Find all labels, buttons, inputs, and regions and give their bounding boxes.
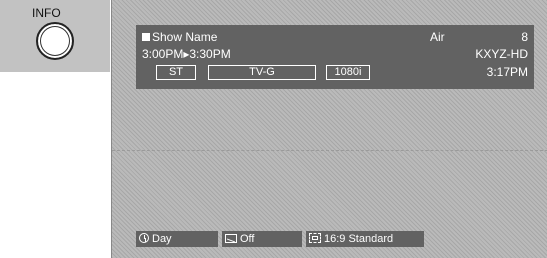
channel-number: 8 — [521, 30, 528, 44]
program-marker-icon — [142, 33, 150, 41]
info-button[interactable] — [36, 22, 74, 60]
clock-icon — [139, 233, 149, 244]
audio-tag: ST — [156, 65, 196, 80]
current-time: 3:17PM — [486, 65, 528, 79]
input-source-label: Air — [430, 30, 445, 44]
show-name: Show Name — [142, 30, 217, 44]
remote-info-panel: INFO — [0, 0, 110, 72]
sleep-timer-status: Day — [136, 231, 218, 247]
caption-icon — [225, 233, 237, 243]
closed-caption-label: Off — [240, 233, 255, 245]
info-screen-illustration: INFO Show Name Air 8 3:00PM▸3:30PM KXYZ-… — [0, 0, 547, 258]
program-info-banner: Show Name Air 8 3:00PM▸3:30PM KXYZ-HD ST… — [136, 25, 534, 89]
rating-tag: TV-G — [208, 65, 316, 80]
tv-screen: Show Name Air 8 3:00PM▸3:30PM KXYZ-HD ST… — [111, 0, 547, 258]
resolution-tag: 1080i — [326, 65, 370, 80]
aspect-ratio-icon — [309, 233, 321, 244]
info-button-label: INFO — [32, 6, 61, 20]
closed-caption-status: Off — [222, 231, 302, 247]
aspect-ratio-label: 16:9 Standard — [324, 233, 394, 245]
sleep-timer-label: Day — [152, 233, 172, 245]
aspect-ratio-status: 16:9 Standard — [306, 231, 424, 247]
program-time-range: 3:00PM▸3:30PM — [142, 47, 231, 61]
screen-divider — [112, 150, 547, 151]
show-name-text: Show Name — [152, 30, 218, 44]
station-name: KXYZ-HD — [475, 47, 528, 61]
